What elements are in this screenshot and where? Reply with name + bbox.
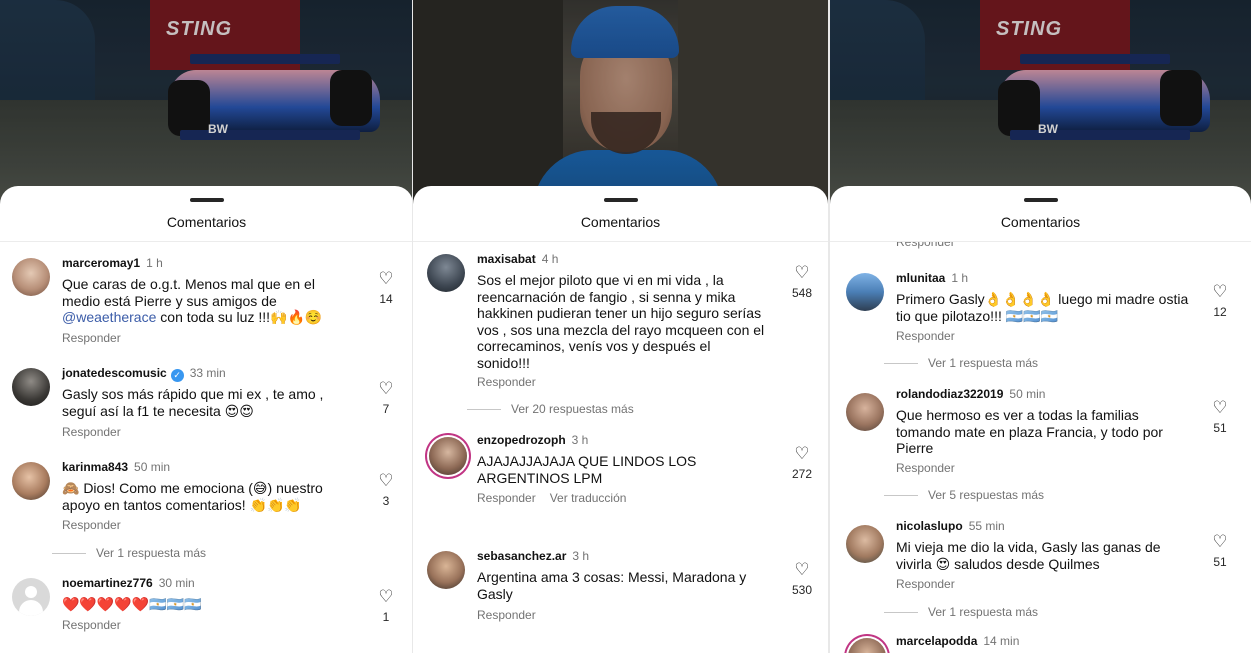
comment-username[interactable]: karinma843 50 min — [62, 460, 170, 474]
reply-button[interactable]: Responder — [62, 518, 121, 532]
comment-text: Que caras de o.g.t. Menos mal que en el … — [62, 276, 323, 325]
reply-button[interactable]: Responder — [62, 618, 121, 632]
drag-handle[interactable] — [603, 198, 638, 202]
like-heart-icon[interactable]: ♡ — [377, 472, 395, 490]
like-count: 12 — [1213, 305, 1227, 319]
like-heart-icon[interactable]: ♡ — [793, 264, 811, 282]
like-heart-icon[interactable]: ♡ — [793, 561, 811, 579]
comments-sheet: Comentarios maxisabat 4 h Sos el mejor pi… — [413, 186, 828, 653]
like-count: 530 — [791, 583, 813, 597]
like-heart-icon[interactable]: ♡ — [377, 270, 395, 288]
comment-text: AJAJAJJAJAJA QUE LINDOS LOS ARGENTINOS L… — [477, 453, 697, 486]
view-more-replies[interactable]: Ver 20 respuestas más — [467, 402, 634, 416]
avatar-story-ring[interactable] — [848, 638, 886, 653]
comment-text: Primero Gasly👌👌👌👌 luego mi madre ostia t… — [896, 291, 1189, 324]
comment-text: Gasly sos más rápido que mi ex , te amo … — [62, 386, 324, 419]
avatar[interactable] — [846, 525, 884, 563]
comment-text: Sos el mejor piloto que vi en mi vida , … — [477, 272, 765, 371]
like-count: 272 — [791, 467, 813, 481]
reply-button[interactable]: Responder Ver traducción — [477, 491, 626, 505]
verified-badge-icon: ✓ — [170, 369, 184, 382]
see-translation-button[interactable]: Ver traducción — [550, 491, 627, 505]
avatar[interactable] — [846, 273, 884, 311]
comment-username[interactable]: noemartinez776 30 min — [62, 576, 195, 590]
drag-handle[interactable] — [1023, 198, 1058, 202]
comment-username[interactable]: maxisabat 4 h — [477, 252, 558, 266]
comments-panel-3: STING BW Comentarios Responder mlunitaa 1… — [830, 0, 1251, 653]
like-heart-icon[interactable]: ♡ — [1211, 533, 1229, 551]
comment-text: 🙈 Dios! Como me emociona (😅) nuestro apo… — [62, 480, 323, 513]
sheet-title: Comentarios — [166, 214, 247, 230]
comment-username[interactable]: rolandodiaz322019 50 min — [896, 387, 1045, 401]
comment-list[interactable]: marceromay1 1 h Que caras de o.g.t. Menos… — [0, 242, 413, 653]
comment-list[interactable]: Responder mlunitaa 1 h Primero Gasly👌👌👌👌 … — [830, 242, 1251, 653]
avatar[interactable] — [427, 551, 465, 589]
like-heart-icon[interactable]: ♡ — [1211, 283, 1229, 301]
reply-button[interactable]: Responder — [896, 577, 955, 591]
post-photo-car: STING BW — [0, 0, 413, 210]
like-count: 3 — [382, 494, 390, 508]
like-count: 1 — [382, 610, 390, 624]
reply-button[interactable]: Responder — [62, 331, 121, 345]
comment-username[interactable]: marceromay1 1 h — [62, 256, 163, 270]
avatar[interactable] — [12, 368, 50, 406]
reply-button[interactable]: Responder — [62, 425, 121, 439]
like-heart-icon[interactable]: ♡ — [1211, 399, 1229, 417]
comments-sheet: Comentarios marceromay1 1 h Que caras de … — [0, 186, 413, 653]
comment-username[interactable]: mlunitaa 1 h — [896, 271, 968, 285]
view-more-replies[interactable]: Ver 1 respuesta más — [884, 356, 1038, 370]
sheet-title: Comentarios — [580, 214, 661, 230]
view-more-replies[interactable]: Ver 1 respuesta más — [884, 605, 1038, 619]
like-count: 14 — [379, 292, 393, 306]
avatar[interactable] — [427, 254, 465, 292]
comment-text: Que hermoso es ver a todas la familias t… — [896, 407, 1163, 456]
sheet-title: Comentarios — [1000, 214, 1081, 230]
view-more-replies[interactable]: Ver 5 respuestas más — [884, 488, 1044, 502]
comment-username[interactable]: sebasanchez.ar 3 h — [477, 549, 589, 563]
reply-button[interactable]: Responder — [896, 461, 955, 475]
avatar[interactable] — [12, 462, 50, 500]
comment-text: ❤️❤️❤️❤️❤️🇦🇷🇦🇷🇦🇷 — [62, 596, 202, 612]
comment-username[interactable]: jonatedescomusic ✓ 33 min — [62, 366, 226, 382]
comment-text: Mi vieja me dio la vida, Gasly las ganas… — [896, 539, 1161, 572]
reply-button[interactable]: Responder — [477, 375, 536, 389]
reply-button[interactable]: Responder — [477, 608, 536, 622]
view-more-replies[interactable]: Ver 1 respuesta más — [52, 546, 206, 560]
default-avatar-icon[interactable] — [12, 578, 50, 616]
like-heart-icon[interactable]: ♡ — [377, 380, 395, 398]
comments-panel-2: Comentarios maxisabat 4 h Sos el mejor pi… — [413, 0, 828, 653]
post-photo-car: STING BW — [830, 0, 1251, 210]
comment-text: Argentina ama 3 cosas: Messi, Maradona y… — [477, 569, 747, 602]
comments-panel-1: STING BW Comentarios marceromay1 1 h Que … — [0, 0, 413, 653]
comments-sheet: Comentarios Responder mlunitaa 1 h Primer… — [830, 186, 1251, 653]
avatar[interactable] — [12, 258, 50, 296]
reply-button[interactable]: Responder — [896, 242, 955, 249]
like-count: 51 — [1213, 421, 1227, 435]
mention-link[interactable]: @weaetherace — [62, 309, 156, 325]
reply-button[interactable]: Responder — [896, 329, 955, 343]
comment-username[interactable]: nicolaslupo 55 min — [896, 519, 1005, 533]
like-heart-icon[interactable]: ♡ — [793, 445, 811, 463]
like-count: 548 — [791, 286, 813, 300]
like-count: 51 — [1213, 555, 1227, 569]
comment-username[interactable]: enzopedrozoph 3 h — [477, 433, 588, 447]
avatar[interactable] — [846, 393, 884, 431]
drag-handle[interactable] — [189, 198, 224, 202]
post-photo-driver — [413, 0, 828, 210]
like-count: 7 — [382, 402, 390, 416]
comment-list[interactable]: maxisabat 4 h Sos el mejor piloto que vi … — [413, 242, 828, 653]
comment-username[interactable]: marcelapodda 14 min — [896, 634, 1019, 648]
avatar-story-ring[interactable] — [429, 437, 467, 475]
like-heart-icon[interactable]: ♡ — [377, 588, 395, 606]
